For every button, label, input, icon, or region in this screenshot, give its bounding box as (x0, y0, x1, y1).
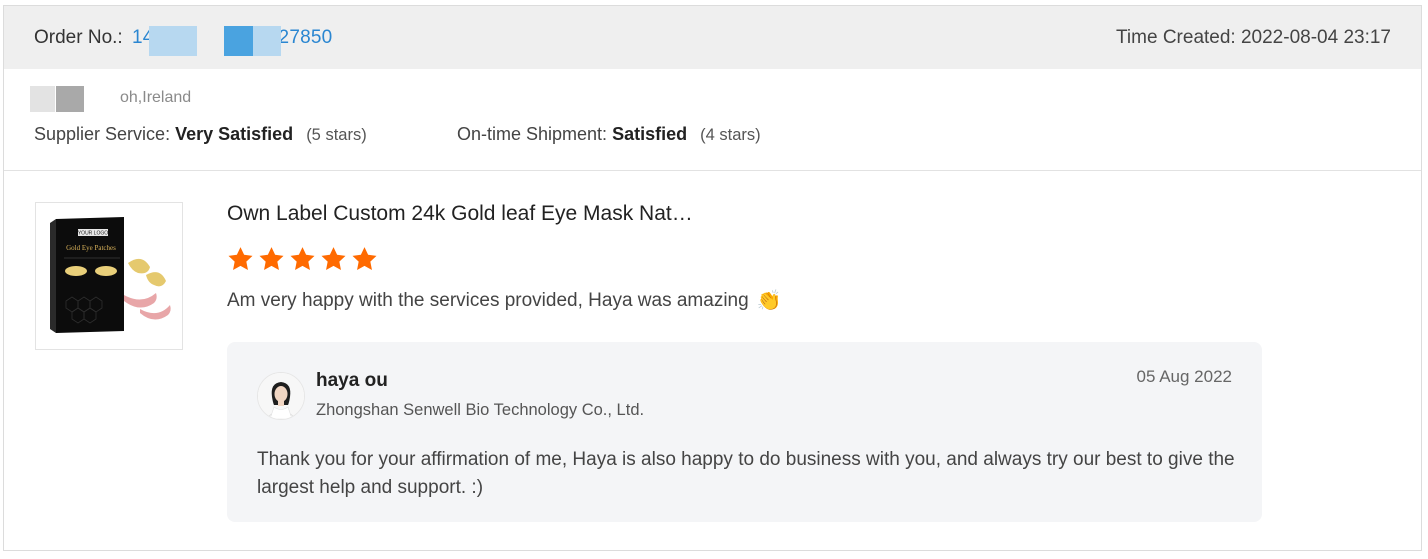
buyer-avatar-redaction (30, 86, 55, 112)
supplier-service-rating: Supplier Service: Very Satisfied (5 star… (34, 124, 367, 145)
product-image: YOUR LOGO Gold Eye Patches (36, 203, 182, 349)
supplier-reply-date: 05 Aug 2022 (1136, 367, 1232, 386)
review-comment: Am very happy with the services provided… (227, 288, 782, 313)
order-header: Order No.: 14 27850 Time Created: 2022-08… (4, 6, 1421, 69)
supplier-reply: haya ou Zhongshan Senwell Bio Technology… (227, 342, 1262, 522)
supplier-service-stars: (5 stars) (306, 126, 367, 144)
review-comment-text: Am very happy with the services provided… (227, 289, 749, 311)
product-star-rating (226, 245, 379, 273)
order-number-redaction (224, 26, 253, 56)
supplier-service-value: Very Satisfied (175, 124, 294, 144)
thumbnail-box-text: Gold Eye Patches (66, 244, 116, 252)
order-number-redaction (253, 26, 281, 56)
order-number-redaction (149, 26, 197, 56)
star-icon (228, 247, 253, 270)
thumbnail-logo-text: YOUR LOGO (78, 231, 108, 237)
ontime-shipment-label: On-time Shipment: (457, 124, 608, 144)
order-review-card: Order No.: 14 27850 Time Created: 2022-08… (3, 5, 1422, 551)
supplier-avatar (257, 372, 305, 420)
order-number-label: Order No.: (34, 27, 123, 48)
star-icon (259, 247, 284, 270)
ontime-shipment-stars: (4 stars) (700, 126, 761, 144)
star-icon (290, 247, 315, 270)
ontime-shipment-value: Satisfied (612, 124, 688, 144)
time-created: Time Created: 2022-08-04 23:17 (1116, 27, 1391, 48)
star-icon (352, 247, 377, 270)
ontime-shipment-rating: On-time Shipment: Satisfied (4 stars) (457, 124, 761, 145)
clapping-hands-icon: 👏 (756, 290, 782, 312)
star-icon (321, 247, 346, 270)
buyer-location: oh,Ireland (120, 89, 192, 106)
section-divider (4, 170, 1421, 171)
order-number-suffix[interactable]: 27850 (279, 27, 333, 48)
person-avatar-icon (258, 373, 304, 419)
supplier-reply-name: haya ou (316, 370, 388, 391)
supplier-service-label: Supplier Service: (34, 124, 171, 144)
supplier-company-name: Zhongshan Senwell Bio Technology Co., Lt… (316, 401, 645, 419)
product-title-link[interactable]: Own Label Custom 24k Gold leaf Eye Mask … (227, 202, 693, 226)
product-thumbnail[interactable]: YOUR LOGO Gold Eye Patches (35, 202, 183, 350)
buyer-avatar-redaction (56, 86, 84, 112)
supplier-reply-text: Thank you for your affirmation of me, Ha… (257, 449, 1235, 498)
